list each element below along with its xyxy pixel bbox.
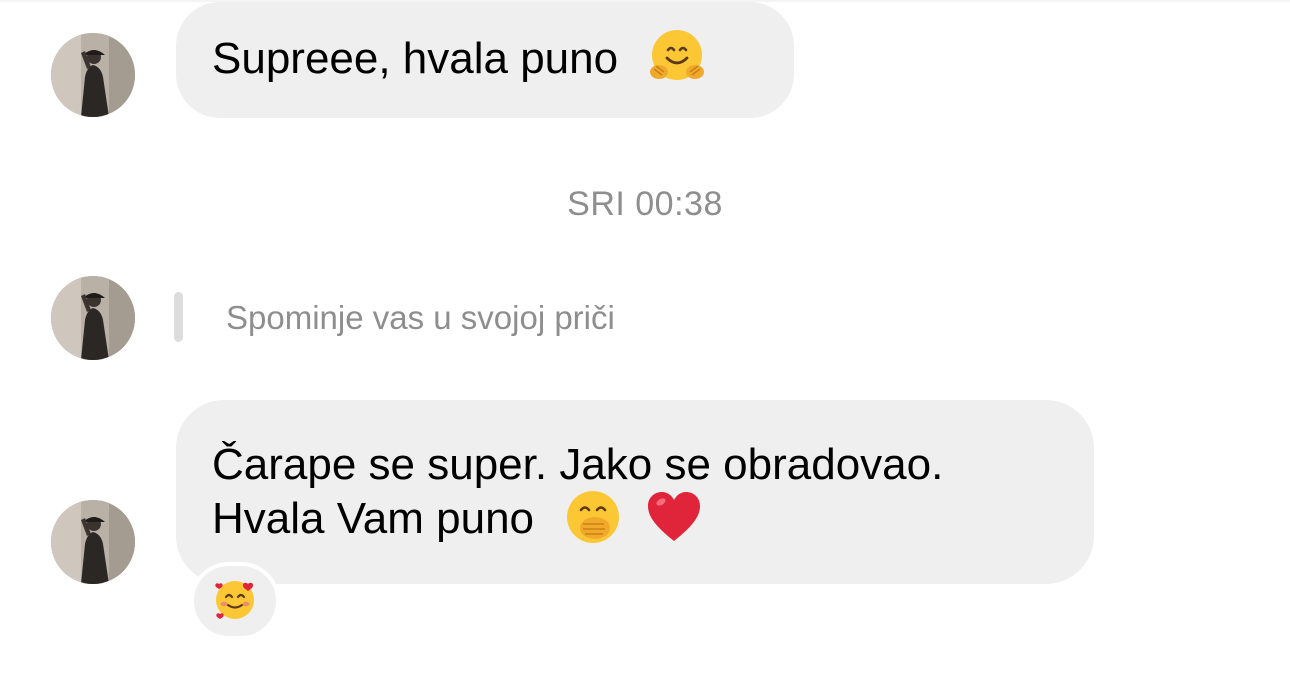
smiling-face-with-hearts-emoji-icon — [212, 576, 258, 627]
sender-avatar[interactable] — [51, 500, 135, 584]
message-text-line-1: Čarape se super. Jako se obradovao. — [212, 440, 944, 489]
message-bubble[interactable]: Supreee, hvala puno — [176, 2, 794, 118]
message-text-line-2: Hvala Vam puno — [212, 491, 1094, 550]
message-bubble[interactable]: Čarape se super. Jako se obradovao. Hval… — [176, 400, 1094, 584]
sender-avatar[interactable] — [51, 33, 135, 117]
timestamp: SRI 00:38 — [567, 185, 723, 223]
face-with-hand-over-mouth-emoji-icon — [564, 488, 622, 546]
story-mention-text[interactable]: Spominje vas u svojoj priči — [226, 298, 615, 338]
message-text: Supreee, hvala puno — [212, 34, 619, 83]
red-heart-emoji-icon — [645, 488, 703, 546]
message-text-line-2-text: Hvala Vam puno — [212, 494, 535, 543]
sender-avatar[interactable] — [51, 276, 135, 360]
story-reply-bar — [174, 292, 183, 342]
hugging-face-emoji-icon — [648, 28, 706, 86]
message-reaction[interactable] — [190, 562, 280, 640]
